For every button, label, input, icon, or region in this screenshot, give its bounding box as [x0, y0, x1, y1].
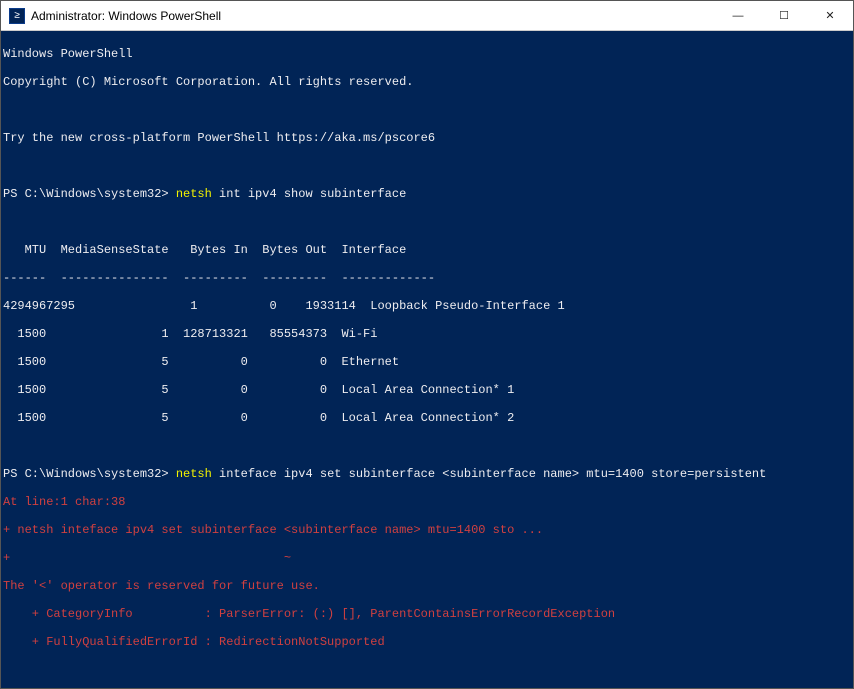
error-line: + netsh inteface ipv4 set subinterface <…	[3, 523, 853, 537]
error-line: At line:1 char:38	[3, 495, 853, 509]
banner-line: Windows PowerShell	[3, 47, 853, 61]
error-line: The '<' operator is reserved for future …	[3, 579, 853, 593]
powershell-window: ≥ Administrator: Windows PowerShell — ☐ …	[0, 0, 854, 689]
blank	[3, 663, 853, 677]
cmd1-args: int ipv4 show subinterface	[212, 187, 406, 201]
try-line: Try the new cross-platform PowerShell ht…	[3, 131, 853, 145]
close-button[interactable]: ✕	[807, 1, 853, 31]
minimize-button[interactable]: —	[715, 1, 761, 31]
table-row: 4294967295 1 0 1933114 Loopback Pseudo-I…	[3, 299, 853, 313]
blank	[3, 159, 853, 173]
console-area[interactable]: Windows PowerShell Copyright (C) Microso…	[1, 31, 853, 688]
prompt-line-1: PS C:\Windows\system32> netsh int ipv4 s…	[3, 187, 853, 201]
table-row: 1500 1 128713321 85554373 Wi-Fi	[3, 327, 853, 341]
prompt: PS C:\Windows\system32>	[3, 187, 176, 201]
table-row: 1500 5 0 0 Local Area Connection* 1	[3, 383, 853, 397]
error-line: + FullyQualifiedErrorId : RedirectionNot…	[3, 635, 853, 649]
cmd2-prog: netsh	[176, 467, 212, 481]
prompt: PS C:\Windows\system32>	[3, 467, 176, 481]
blank	[3, 215, 853, 229]
window-title: Administrator: Windows PowerShell	[31, 9, 221, 23]
error-line: + ~	[3, 551, 853, 565]
table-row: 1500 5 0 0 Ethernet	[3, 355, 853, 369]
prompt-line-2: PS C:\Windows\system32> netsh inteface i…	[3, 467, 853, 481]
cmd2-args: inteface ipv4 set subinterface <subinter…	[212, 467, 767, 481]
titlebar[interactable]: ≥ Administrator: Windows PowerShell — ☐ …	[1, 1, 853, 31]
table-row: 1500 5 0 0 Local Area Connection* 2	[3, 411, 853, 425]
powershell-icon: ≥	[9, 8, 25, 24]
cmd1-prog: netsh	[176, 187, 212, 201]
table1-divider: ------ --------------- --------- -------…	[3, 271, 853, 285]
error-line: + CategoryInfo : ParserError: (:) [], Pa…	[3, 607, 853, 621]
maximize-button[interactable]: ☐	[761, 1, 807, 31]
copyright-line: Copyright (C) Microsoft Corporation. All…	[3, 75, 853, 89]
table1-header: MTU MediaSenseState Bytes In Bytes Out I…	[3, 243, 853, 257]
blank	[3, 103, 853, 117]
blank	[3, 439, 853, 453]
